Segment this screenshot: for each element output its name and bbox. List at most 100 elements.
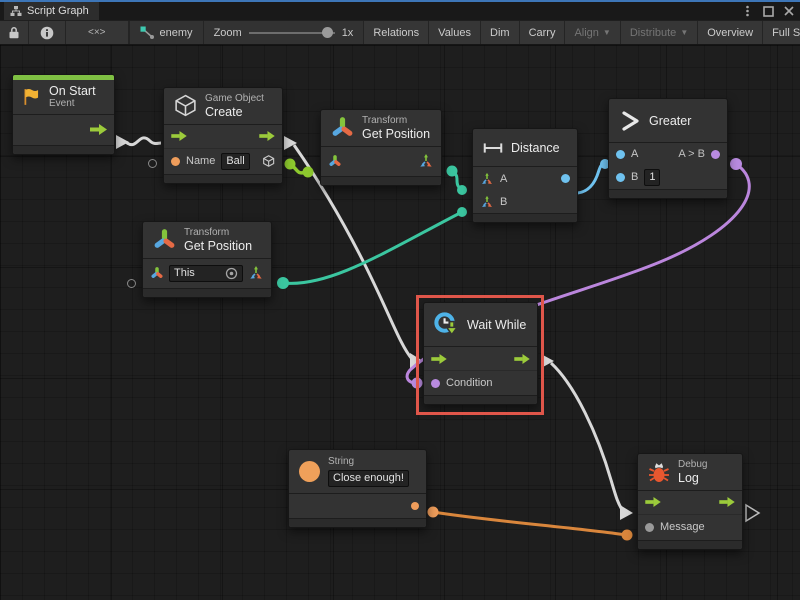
- string-out-port[interactable]: [411, 502, 419, 510]
- flow-in-port[interactable]: [431, 354, 447, 364]
- input-b-field[interactable]: 1: [644, 169, 660, 186]
- string-value-field[interactable]: Close enough!: [328, 470, 409, 487]
- debug-bug-icon: [647, 460, 671, 484]
- input-b-label: B: [500, 196, 507, 208]
- node-title: Distance: [511, 141, 560, 155]
- node-get-position-top[interactable]: Transform Get Position: [320, 109, 442, 186]
- message-in-port[interactable]: [645, 523, 654, 532]
- target-field[interactable]: This: [169, 265, 243, 282]
- node-footer: [609, 189, 727, 198]
- node-title: Create: [205, 105, 264, 119]
- vector3-out-port[interactable]: [418, 153, 434, 169]
- node-on-start[interactable]: On Start Event: [12, 74, 115, 155]
- node-title: Log: [678, 471, 707, 485]
- object-picker-icon[interactable]: [225, 267, 238, 280]
- node-type: Debug: [678, 459, 707, 471]
- node-title: Get Position: [362, 127, 430, 141]
- carry-button[interactable]: Carry: [520, 21, 566, 44]
- flow-out-port[interactable]: [259, 131, 275, 141]
- focus-accent-line: [0, 0, 800, 2]
- values-button[interactable]: Values: [429, 21, 481, 44]
- zoom-slider-handle[interactable]: [322, 27, 333, 38]
- input-a-label: A: [631, 148, 638, 160]
- close-icon[interactable]: [782, 4, 796, 18]
- input-a-port[interactable]: [616, 150, 625, 159]
- distribute-dropdown[interactable]: Distribute▼: [621, 21, 698, 44]
- cube-icon: [173, 93, 198, 118]
- condition-in-port[interactable]: [431, 379, 440, 388]
- flow-in-port[interactable]: [645, 497, 661, 507]
- graph-name: enemy: [160, 27, 193, 39]
- node-type: Transform: [184, 227, 252, 239]
- unity-script-graph-window: Script Graph <×> enemy: [0, 0, 800, 600]
- chevron-down-icon: ▼: [603, 28, 611, 37]
- node-get-position-self[interactable]: Transform Get Position This: [142, 221, 272, 298]
- node-distance[interactable]: Distance A B: [472, 128, 578, 223]
- relations-button[interactable]: Relations: [364, 21, 429, 44]
- graph-name-segment[interactable]: enemy: [130, 21, 204, 44]
- name-field[interactable]: Ball: [221, 153, 249, 170]
- node-create-game-object[interactable]: Game Object Create Name Ball: [163, 87, 283, 184]
- node-type: Transform: [362, 115, 430, 127]
- node-title: On Start: [49, 84, 96, 98]
- transform-in-port[interactable]: [328, 154, 342, 168]
- result-label: A > B: [678, 148, 705, 160]
- node-footer: [13, 145, 114, 154]
- info-button[interactable]: [29, 21, 66, 44]
- zoom-slider[interactable]: [249, 32, 335, 34]
- node-title: Get Position: [184, 239, 252, 253]
- node-footer: [164, 174, 282, 183]
- full-screen-button[interactable]: Full Screen: [763, 21, 800, 44]
- graph-edge-icon: [140, 26, 155, 40]
- result-out-port[interactable]: [711, 150, 720, 159]
- tab-script-graph[interactable]: Script Graph: [4, 2, 99, 20]
- align-dropdown[interactable]: Align▼: [565, 21, 620, 44]
- distance-icon: [482, 142, 504, 154]
- transform-icon: [152, 227, 177, 252]
- game-object-out-port[interactable]: [262, 154, 275, 168]
- maximize-icon[interactable]: [761, 4, 775, 18]
- vector3-out-port[interactable]: [248, 265, 264, 281]
- name-input-port[interactable]: [171, 157, 180, 166]
- node-subtitle: Event: [49, 98, 96, 110]
- tab-title: Script Graph: [27, 5, 89, 17]
- node-title: Wait While: [467, 318, 526, 332]
- transform-in-port[interactable]: [150, 266, 164, 280]
- node-type: Game Object: [205, 93, 264, 105]
- vector3-in-port-b[interactable]: [480, 195, 494, 209]
- flow-out-port[interactable]: [514, 354, 530, 364]
- node-greater[interactable]: Greater A A > B B 1: [608, 98, 728, 199]
- node-title: Greater: [649, 114, 691, 128]
- condition-label: Condition: [446, 377, 492, 389]
- node-wait-while[interactable]: Wait While Condition: [423, 302, 538, 405]
- distance-out-port[interactable]: [561, 174, 570, 183]
- node-footer: [473, 213, 577, 222]
- input-b-label: B: [631, 171, 638, 183]
- flow-in-port[interactable]: [171, 131, 187, 141]
- node-debug-log[interactable]: Debug Log Message: [637, 453, 743, 550]
- kebab-menu-icon[interactable]: [740, 4, 754, 18]
- overview-button[interactable]: Overview: [698, 21, 763, 44]
- flag-icon: [21, 86, 42, 108]
- node-string[interactable]: String Close enough!: [288, 449, 427, 528]
- graph-canvas[interactable]: On Start Event Game Object Create: [0, 45, 800, 600]
- lock-button[interactable]: [0, 21, 29, 44]
- unconnected-port-circle[interactable]: [148, 159, 157, 168]
- graph-toolbar: <×> enemy Zoom 1x Relations Values Dim C…: [0, 20, 800, 45]
- unconnected-port-circle[interactable]: [127, 279, 136, 288]
- node-footer: [289, 518, 426, 527]
- tab-bar: Script Graph: [0, 2, 800, 20]
- zoom-value: 1x: [342, 27, 354, 39]
- input-b-port[interactable]: [616, 173, 625, 182]
- vector3-in-port-a[interactable]: [480, 172, 494, 186]
- flow-out-port[interactable]: [719, 497, 735, 507]
- node-type: String: [328, 456, 409, 468]
- wait-clock-icon: [433, 311, 460, 338]
- dim-button[interactable]: Dim: [481, 21, 520, 44]
- flow-out-port[interactable]: [90, 124, 107, 135]
- code-preview-button[interactable]: <×>: [66, 21, 129, 44]
- transform-icon: [330, 115, 355, 140]
- window-controls: [740, 3, 796, 19]
- message-label: Message: [660, 521, 705, 533]
- code-icon: <×>: [88, 27, 106, 38]
